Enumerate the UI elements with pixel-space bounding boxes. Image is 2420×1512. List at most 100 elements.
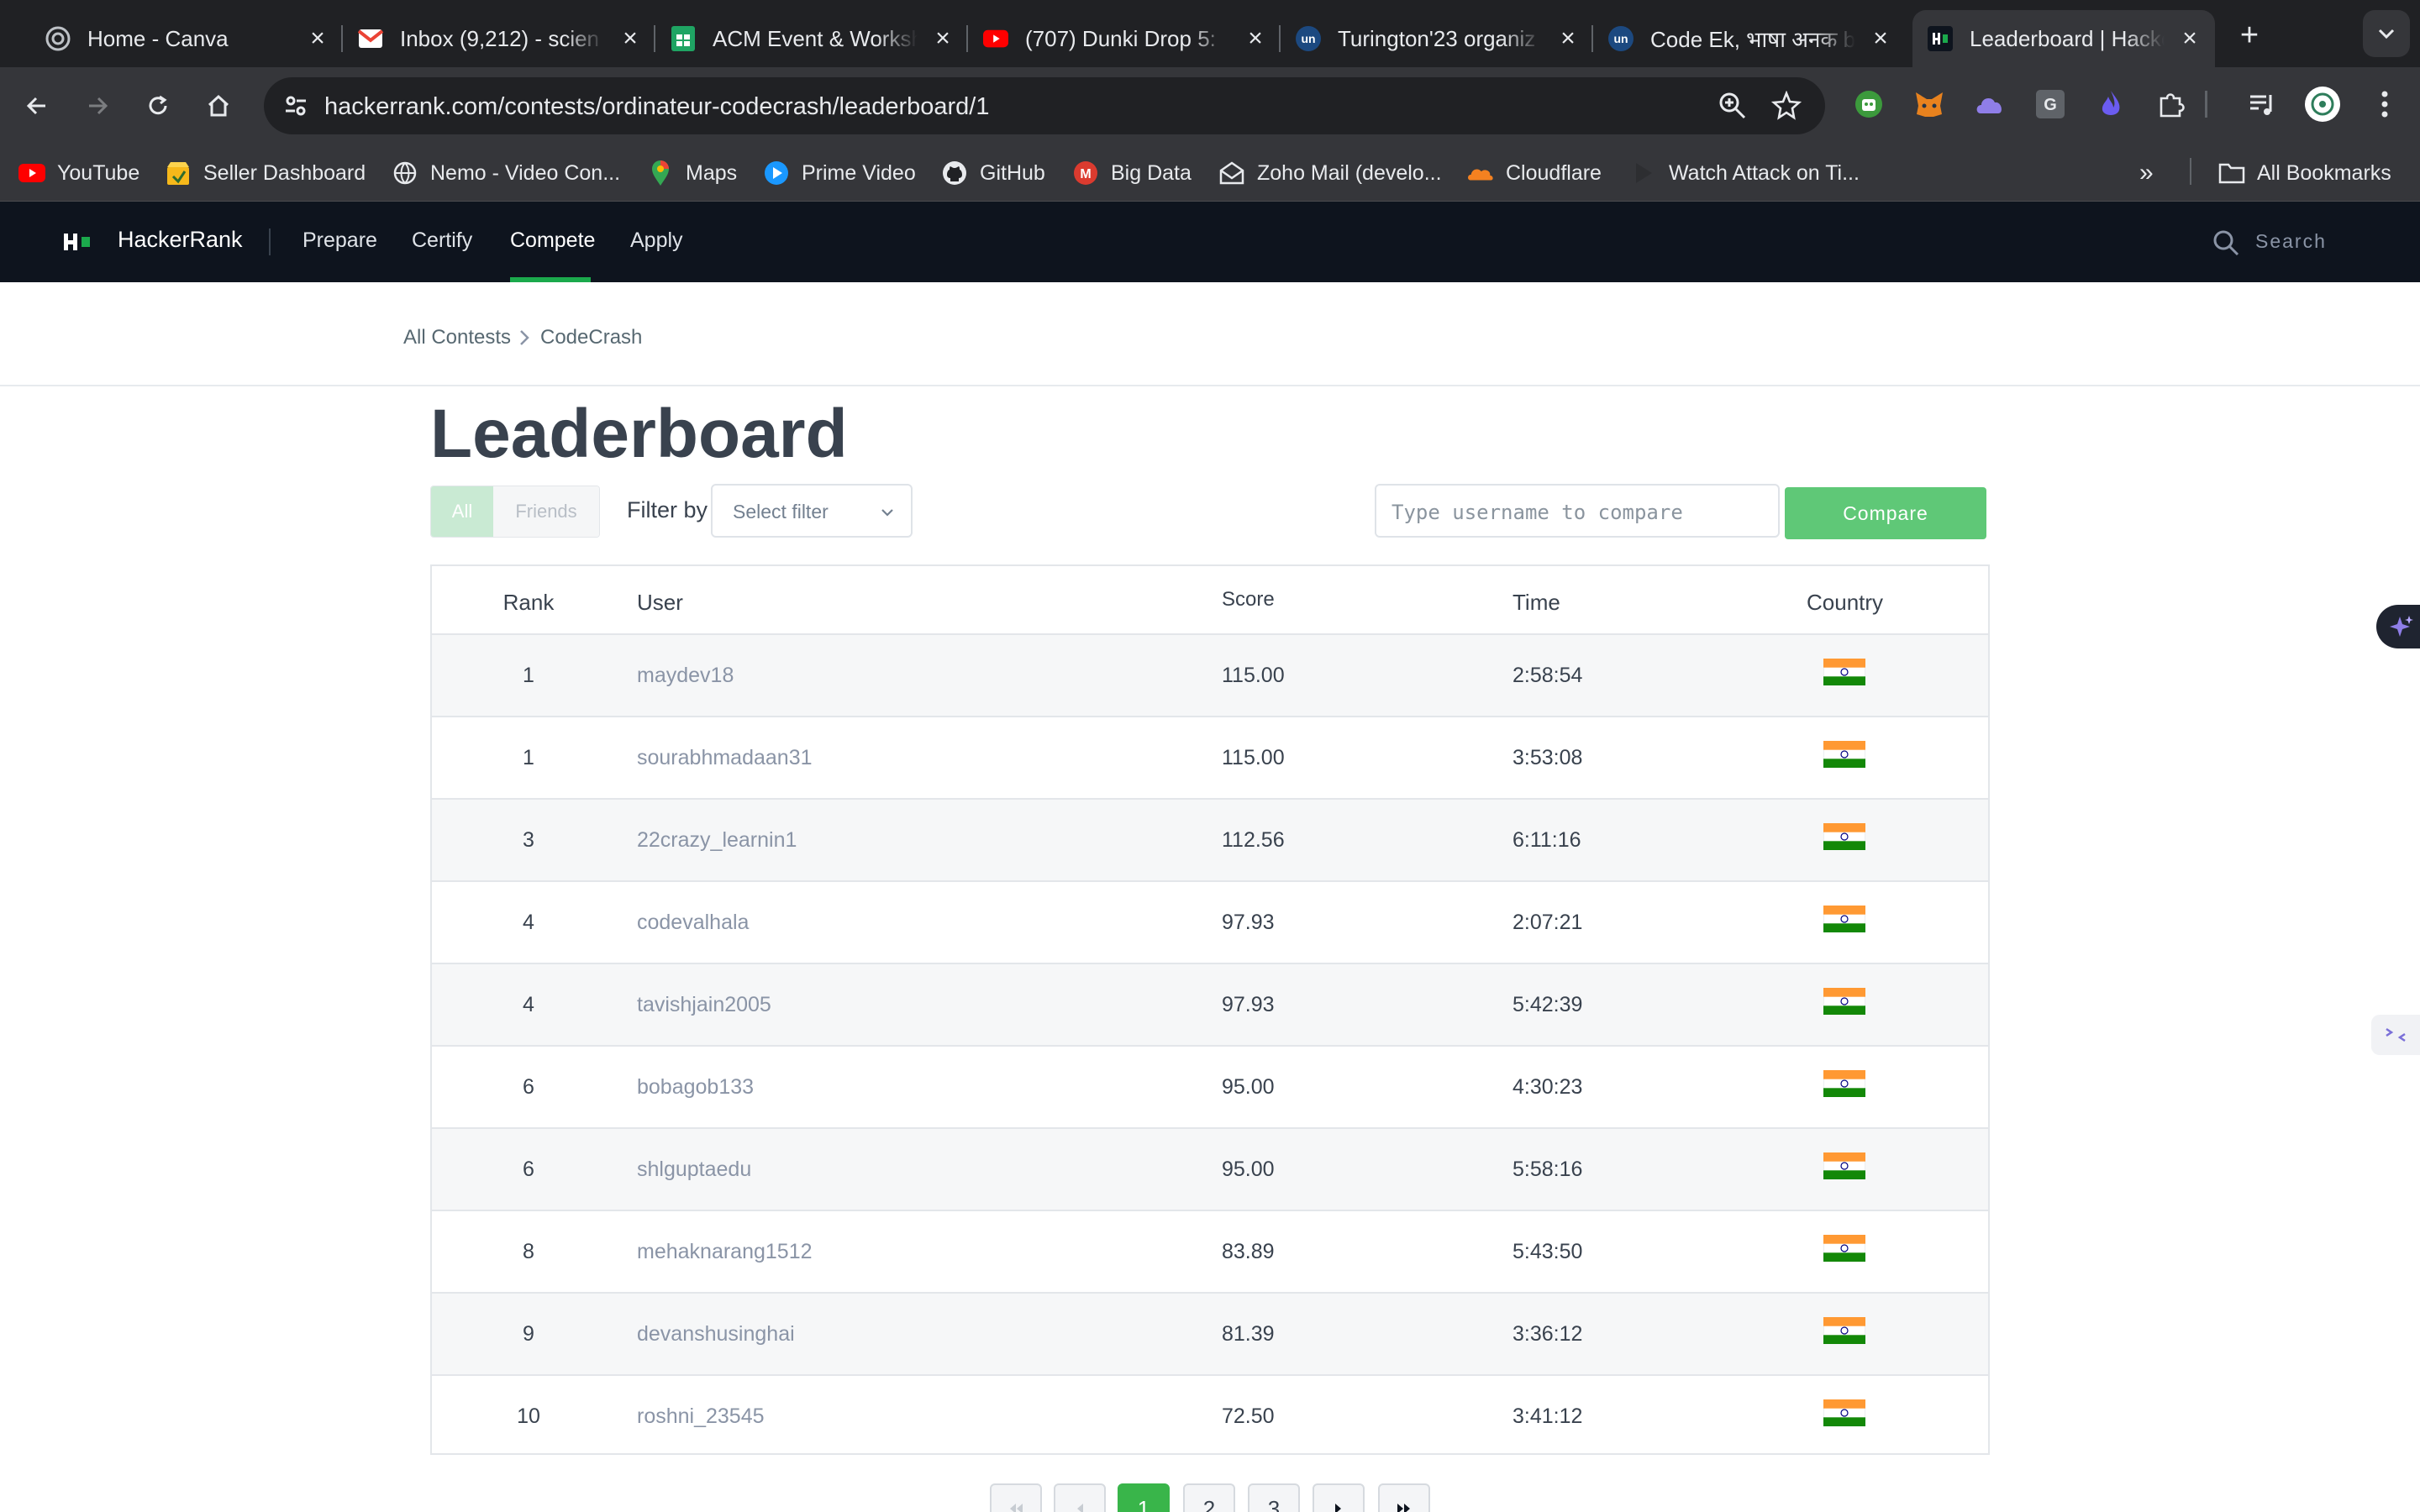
user-link[interactable]: codevalhala — [637, 911, 749, 935]
first-page-button[interactable] — [990, 1483, 1042, 1512]
user-link[interactable]: tavishjain2005 — [637, 993, 771, 1017]
filter-label: Filter by — [627, 497, 708, 522]
toolbar-divider — [2205, 91, 2207, 118]
breadcrumb — [0, 282, 2420, 386]
home-button[interactable] — [198, 86, 239, 126]
toggle-friends[interactable]: Friends — [493, 486, 599, 537]
cloud-extension-icon[interactable] — [1973, 87, 2007, 121]
user-link[interactable]: bobagob133 — [637, 1075, 754, 1100]
close-icon[interactable]: × — [1555, 24, 1581, 52]
table-row: 10 roshni_23545 72.50 3:41:12 — [432, 1376, 1988, 1458]
breadcrumb-all-contests[interactable]: All Contests — [403, 326, 511, 349]
extension-android-icon[interactable] — [1852, 87, 1886, 121]
new-tab-button[interactable]: + — [2231, 17, 2268, 54]
bookmark-item[interactable]: Prime Video — [763, 158, 916, 188]
browser-menu-icon[interactable] — [2368, 87, 2402, 121]
score-cell: 115.00 — [1222, 746, 1285, 769]
reload-button[interactable] — [138, 86, 178, 126]
india-flag-icon — [1823, 1399, 1866, 1427]
user-link[interactable]: maydev18 — [637, 664, 734, 688]
bookmark-item[interactable]: Watch Attack on Ti... — [1630, 158, 1860, 188]
score-cell: 95.00 — [1222, 1158, 1275, 1181]
user-link[interactable]: shlguptaedu — [637, 1158, 751, 1182]
search-icon[interactable] — [2212, 228, 2240, 257]
user-link[interactable]: mehaknarang1512 — [637, 1240, 813, 1264]
score-cell: 81.39 — [1222, 1322, 1275, 1346]
time-cell: 6:11:16 — [1512, 828, 1581, 852]
brand-name[interactable]: HackerRank — [118, 227, 243, 253]
close-icon[interactable]: × — [2176, 24, 2203, 52]
search-input[interactable]: Search — [2255, 230, 2327, 253]
side-tool-button[interactable] — [2371, 1015, 2420, 1055]
flame-extension-icon[interactable] — [2094, 87, 2128, 121]
close-icon[interactable]: × — [1867, 24, 1894, 52]
bookmark-star-icon[interactable] — [1768, 87, 1805, 124]
compare-button[interactable]: Compare — [1785, 487, 1986, 539]
nav-prepare[interactable]: Prepare — [302, 228, 377, 253]
hackerrank-navbar: HackerRank Prepare Certify Compete Apply — [0, 202, 2420, 282]
close-icon[interactable]: × — [304, 24, 331, 52]
last-page-button[interactable] — [1378, 1483, 1430, 1512]
ai-assistant-button[interactable] — [2376, 605, 2420, 648]
bookmark-label: Watch Attack on Ti... — [1669, 160, 1860, 185]
user-link[interactable]: devanshusinghai — [637, 1322, 795, 1347]
browser-tab-active[interactable]: Leaderboard | Hacke × — [1912, 10, 2215, 67]
nav-certify[interactable]: Certify — [412, 228, 472, 253]
bookmark-label: Nemo - Video Con... — [430, 160, 621, 185]
bookmark-item[interactable]: YouTube — [18, 158, 139, 188]
forward-button[interactable] — [77, 86, 118, 126]
tab-title: ACM Event & Worksh — [713, 25, 918, 51]
table-row: 3 22crazy_learnin1 112.56 6:11:16 — [432, 800, 1988, 882]
user-link[interactable]: roshni_23545 — [637, 1404, 765, 1429]
metamask-icon[interactable] — [1912, 87, 1946, 121]
bookmark-item[interactable]: Zoho Mail (develo... — [1218, 158, 1442, 188]
close-icon[interactable]: × — [617, 24, 644, 52]
bookmark-item[interactable]: GitHub — [941, 158, 1045, 188]
media-controls-icon[interactable] — [2245, 87, 2279, 121]
score-cell: 97.93 — [1222, 911, 1275, 934]
all-bookmarks-button[interactable]: All Bookmarks — [2218, 158, 2391, 188]
puzzle-extensions-icon[interactable] — [2154, 87, 2188, 121]
breadcrumb-codecrash[interactable]: CodeCrash — [540, 326, 642, 349]
grammarly-icon[interactable]: G — [2033, 87, 2067, 121]
next-page-button[interactable] — [1313, 1483, 1365, 1512]
reload-icon — [149, 95, 167, 115]
browser-tab[interactable]: ACM Event & Worksh × — [655, 10, 968, 67]
page-2-button[interactable]: 2 — [1183, 1483, 1235, 1512]
toggle-all[interactable]: All — [431, 486, 493, 537]
tab-search-button[interactable] — [2363, 10, 2410, 57]
browser-tab[interactable]: Home - Canva × — [30, 10, 343, 67]
page-1-button[interactable]: 1 — [1118, 1483, 1170, 1512]
profile-avatar[interactable] — [2304, 86, 2341, 123]
bookmark-item[interactable]: M Big Data — [1072, 158, 1192, 188]
bookmark-item[interactable]: Maps — [647, 158, 737, 188]
address-bar[interactable]: hackerrank.com/contests/ordinateur-codec… — [264, 77, 1825, 134]
user-link[interactable]: 22crazy_learnin1 — [637, 828, 797, 853]
friends-toggle: All Friends — [430, 486, 600, 538]
browser-tab[interactable]: un Turington'23 organiz × — [1281, 10, 1593, 67]
chevron-right-icon — [520, 330, 529, 345]
bookmark-item[interactable]: Seller Dashboard — [165, 158, 366, 188]
bookmark-item[interactable]: Cloudflare — [1467, 158, 1602, 188]
page-3-button[interactable]: 3 — [1248, 1483, 1300, 1512]
bookmark-item[interactable]: Nemo - Video Con... — [392, 158, 620, 188]
browser-tab[interactable]: un Code Ek, भाषा अनक b × — [1593, 10, 1906, 67]
prime-icon — [763, 160, 790, 186]
nav-apply[interactable]: Apply — [630, 228, 683, 253]
time-cell: 2:58:54 — [1512, 664, 1583, 687]
user-link[interactable]: sourabhmadaan31 — [637, 746, 813, 770]
compare-username-input[interactable]: Type username to compare — [1375, 484, 1780, 538]
back-button[interactable] — [17, 86, 57, 126]
close-icon[interactable]: × — [1242, 24, 1269, 52]
more-bookmarks-button[interactable]: » — [2139, 158, 2154, 188]
prev-page-button[interactable] — [1054, 1483, 1106, 1512]
zoom-icon[interactable] — [1716, 89, 1749, 123]
browser-tab[interactable]: (707) Dunki Drop 5: × — [968, 10, 1281, 67]
browser-tab[interactable]: Inbox (9,212) - scien × — [343, 10, 655, 67]
close-icon[interactable]: × — [929, 24, 956, 52]
tab-title: Inbox (9,212) - scien — [400, 25, 600, 51]
filter-select[interactable]: Select filter — [711, 484, 913, 538]
nav-compete[interactable]: Compete — [510, 228, 595, 253]
hackerrank-logo[interactable] — [62, 227, 92, 257]
site-settings-icon[interactable] — [276, 86, 316, 126]
